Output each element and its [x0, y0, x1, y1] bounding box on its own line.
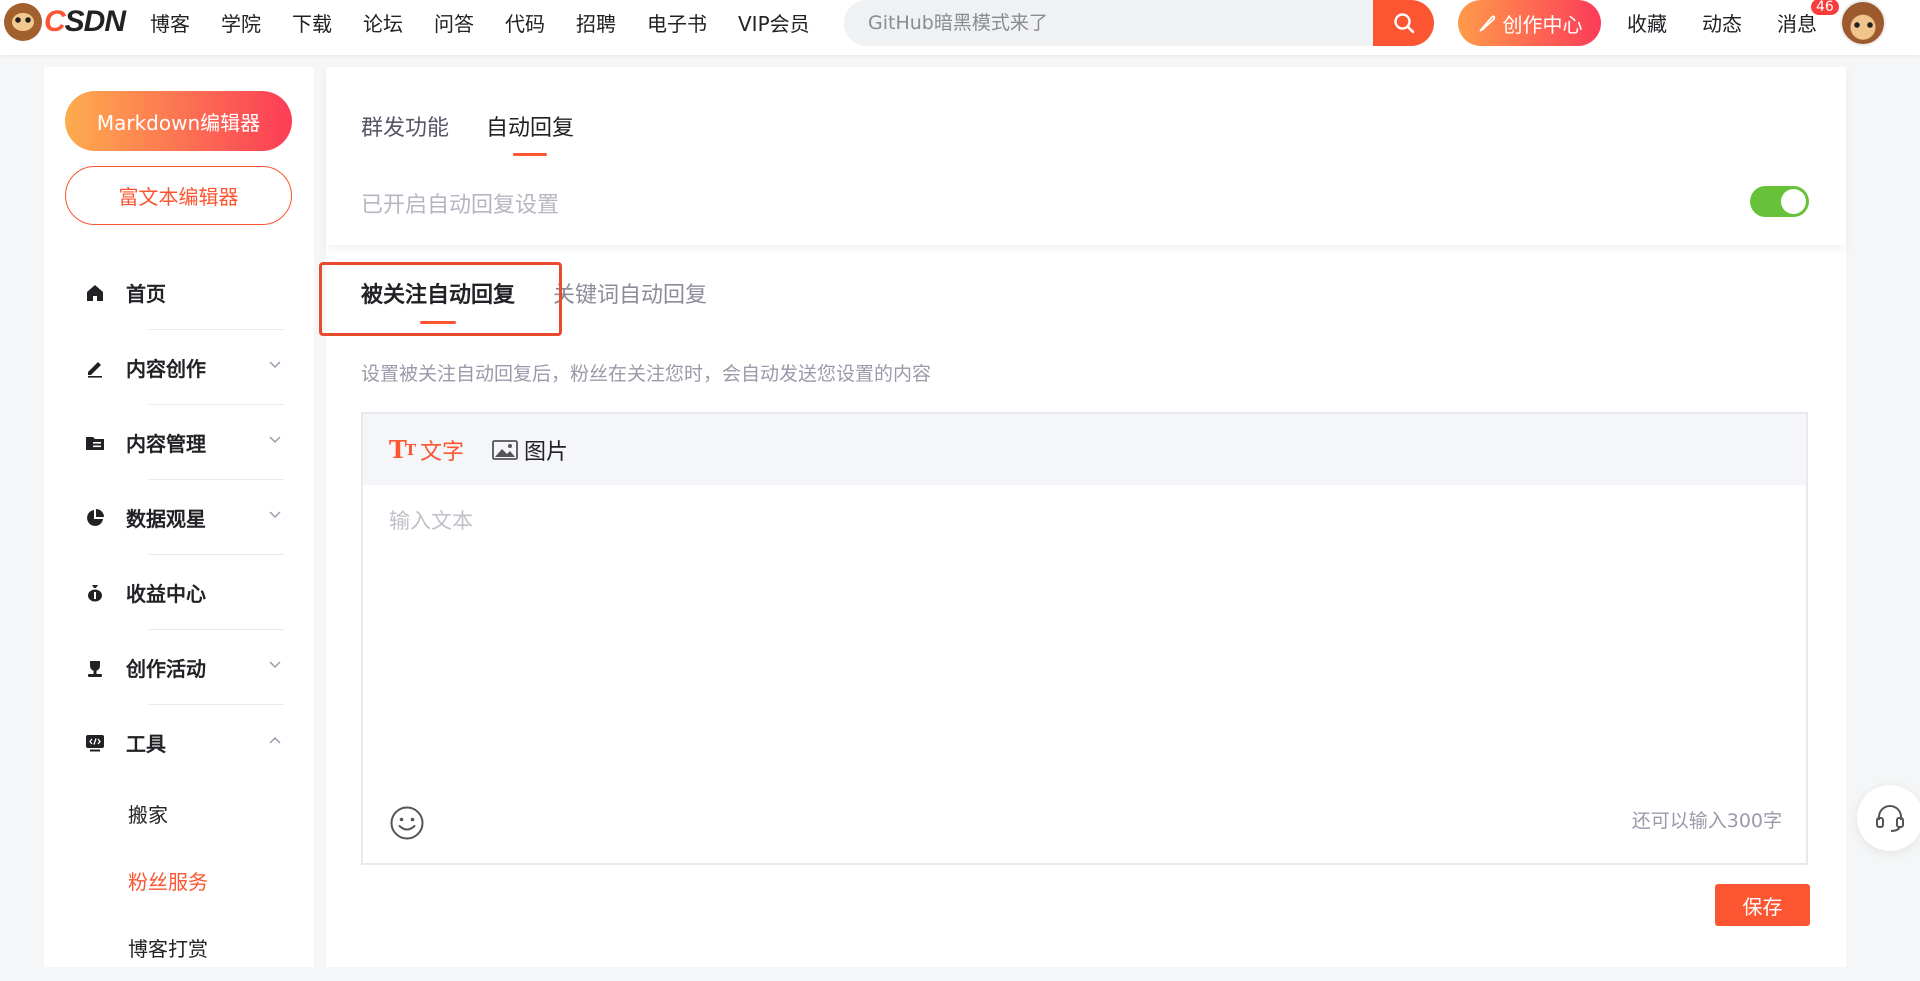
auto-reply-setting-label: 已开启自动回复设置: [361, 193, 560, 218]
nav-item-forum[interactable]: 论坛: [363, 8, 403, 37]
search-icon: [1393, 13, 1414, 34]
auto-reply-subtabs: 被关注自动回复 关键词自动回复: [361, 277, 745, 309]
nav-item-download[interactable]: 下载: [292, 8, 332, 37]
folder-icon: [84, 432, 106, 454]
remaining-characters: 还可以输入300字: [1631, 810, 1782, 832]
sidebar-item-home[interactable]: 首页: [44, 255, 314, 330]
subtab-keyword-reply[interactable]: 关键词自动回复: [553, 277, 707, 309]
sidebar-item-tools[interactable]: 工具: [44, 705, 314, 780]
customer-support-button[interactable]: [1857, 785, 1920, 851]
creator-center-button[interactable]: 创作中心: [1458, 0, 1601, 46]
search-bar: [844, 0, 1434, 46]
sidebar-item-label: 创作活动: [126, 657, 206, 681]
nav-item-ebooks[interactable]: 电子书: [647, 8, 707, 37]
pie-chart-icon: [84, 507, 106, 529]
sidebar-item-creation-activity[interactable]: 创作活动: [44, 630, 314, 705]
sidebar-item-content-creation[interactable]: 内容创作: [44, 330, 314, 405]
text-tool-label: 文字: [420, 439, 465, 465]
nav-messages-label: 消息: [1777, 11, 1817, 36]
home-icon: [84, 282, 106, 304]
sidebar-subitem-blog-reward[interactable]: 博客打赏: [44, 914, 314, 981]
nav-item-qa[interactable]: 问答: [434, 8, 474, 37]
chevron-down-icon: [269, 361, 281, 369]
nav-item-jobs[interactable]: 招聘: [576, 8, 616, 37]
trophy-icon: [84, 657, 106, 679]
nav-item-blog[interactable]: 博客: [150, 8, 190, 37]
creator-center-label: 创作中心: [1502, 12, 1583, 37]
csdn-logo[interactable]: CSDN: [4, 3, 126, 41]
text-format-icon: TT: [389, 435, 416, 464]
sidebar-item-label: 工具: [126, 732, 166, 756]
nav-item-academy[interactable]: 学院: [221, 8, 261, 37]
search-input[interactable]: [844, 0, 1373, 46]
code-tool-icon: [84, 732, 106, 754]
chevron-down-icon: [269, 436, 281, 444]
tab-auto-reply[interactable]: 自动回复: [486, 110, 574, 156]
sidebar-menu: 首页 内容创作 内容管理 数据观星 收益中心 创作活动 工具 搬家 粉丝服务 博…: [44, 255, 314, 981]
save-button[interactable]: 保存: [1715, 884, 1810, 926]
user-avatar[interactable]: [1840, 0, 1886, 46]
sidebar-item-content-management[interactable]: 内容管理: [44, 405, 314, 480]
user-nav: 收藏 动态 消息 46: [1627, 0, 1852, 44]
sidebar-item-income-center[interactable]: 收益中心: [44, 555, 314, 630]
chevron-down-icon: [269, 661, 281, 669]
search-button[interactable]: [1373, 0, 1434, 46]
nav-activity[interactable]: 动态: [1702, 8, 1742, 37]
subtab-follow-reply[interactable]: 被关注自动回复: [361, 277, 515, 309]
sidebar-subitem-fan-service[interactable]: 粉丝服务: [44, 847, 314, 914]
markdown-editor-button[interactable]: Markdown编辑器: [65, 91, 292, 151]
editor-toolbar: TT 文字 图片: [363, 414, 1806, 485]
sidebar-subitem-migrate[interactable]: 搬家: [44, 780, 314, 847]
sidebar: Markdown编辑器 富文本编辑器 首页 内容创作 内容管理 数据观星 收益中…: [44, 67, 314, 967]
image-tool-button[interactable]: 图片: [492, 434, 568, 466]
richtext-editor-button[interactable]: 富文本编辑器: [65, 166, 292, 225]
emoji-icon[interactable]: [389, 805, 425, 841]
monkey-logo-icon: [4, 3, 42, 41]
sidebar-item-data-analytics[interactable]: 数据观星: [44, 480, 314, 555]
reply-text-input[interactable]: [363, 485, 1806, 775]
text-tool-button[interactable]: TT 文字: [389, 434, 464, 466]
sidebar-item-label: 首页: [126, 282, 166, 306]
message-count-badge: 46: [1809, 0, 1841, 17]
auto-reply-description: 设置被关注自动回复后，粉丝在关注您时，会自动发送您设置的内容: [361, 363, 932, 385]
top-navigation-bar: CSDN 博客 学院 下载 论坛 问答 代码 招聘 电子书 VIP会员 创作中心…: [0, 0, 1920, 55]
sidebar-item-label: 数据观星: [126, 507, 206, 531]
nav-favorites[interactable]: 收藏: [1627, 8, 1667, 37]
main-content: 群发功能 自动回复 已开启自动回复设置 被关注自动回复 关键词自动回复 设置被关…: [319, 67, 1846, 967]
feather-pen-icon: [1478, 15, 1495, 32]
main-nav: 博客 学院 下载 论坛 问答 代码 招聘 电子书 VIP会员: [150, 0, 841, 44]
feature-header-card: 群发功能 自动回复 已开启自动回复设置: [326, 67, 1846, 245]
money-bag-icon: [84, 582, 106, 604]
nav-item-vip[interactable]: VIP会员: [738, 8, 810, 37]
headset-icon: [1876, 805, 1904, 832]
feature-tabs: 群发功能 自动回复: [361, 110, 611, 156]
sidebar-item-label: 内容管理: [126, 432, 206, 456]
pen-icon: [84, 357, 106, 379]
nav-item-code[interactable]: 代码: [505, 8, 545, 37]
image-icon: [492, 439, 518, 461]
chevron-down-icon: [269, 511, 281, 519]
reply-editor: TT 文字 图片 还可以输入300字: [361, 412, 1808, 865]
image-tool-label: 图片: [524, 439, 569, 465]
nav-messages[interactable]: 消息 46: [1777, 0, 1841, 37]
sidebar-item-label: 内容创作: [126, 357, 206, 381]
sidebar-item-label: 收益中心: [126, 582, 206, 606]
tab-mass-message[interactable]: 群发功能: [361, 110, 449, 156]
logo-text: CSDN: [44, 5, 126, 38]
chevron-up-icon: [269, 736, 281, 744]
auto-reply-toggle[interactable]: [1750, 186, 1809, 217]
